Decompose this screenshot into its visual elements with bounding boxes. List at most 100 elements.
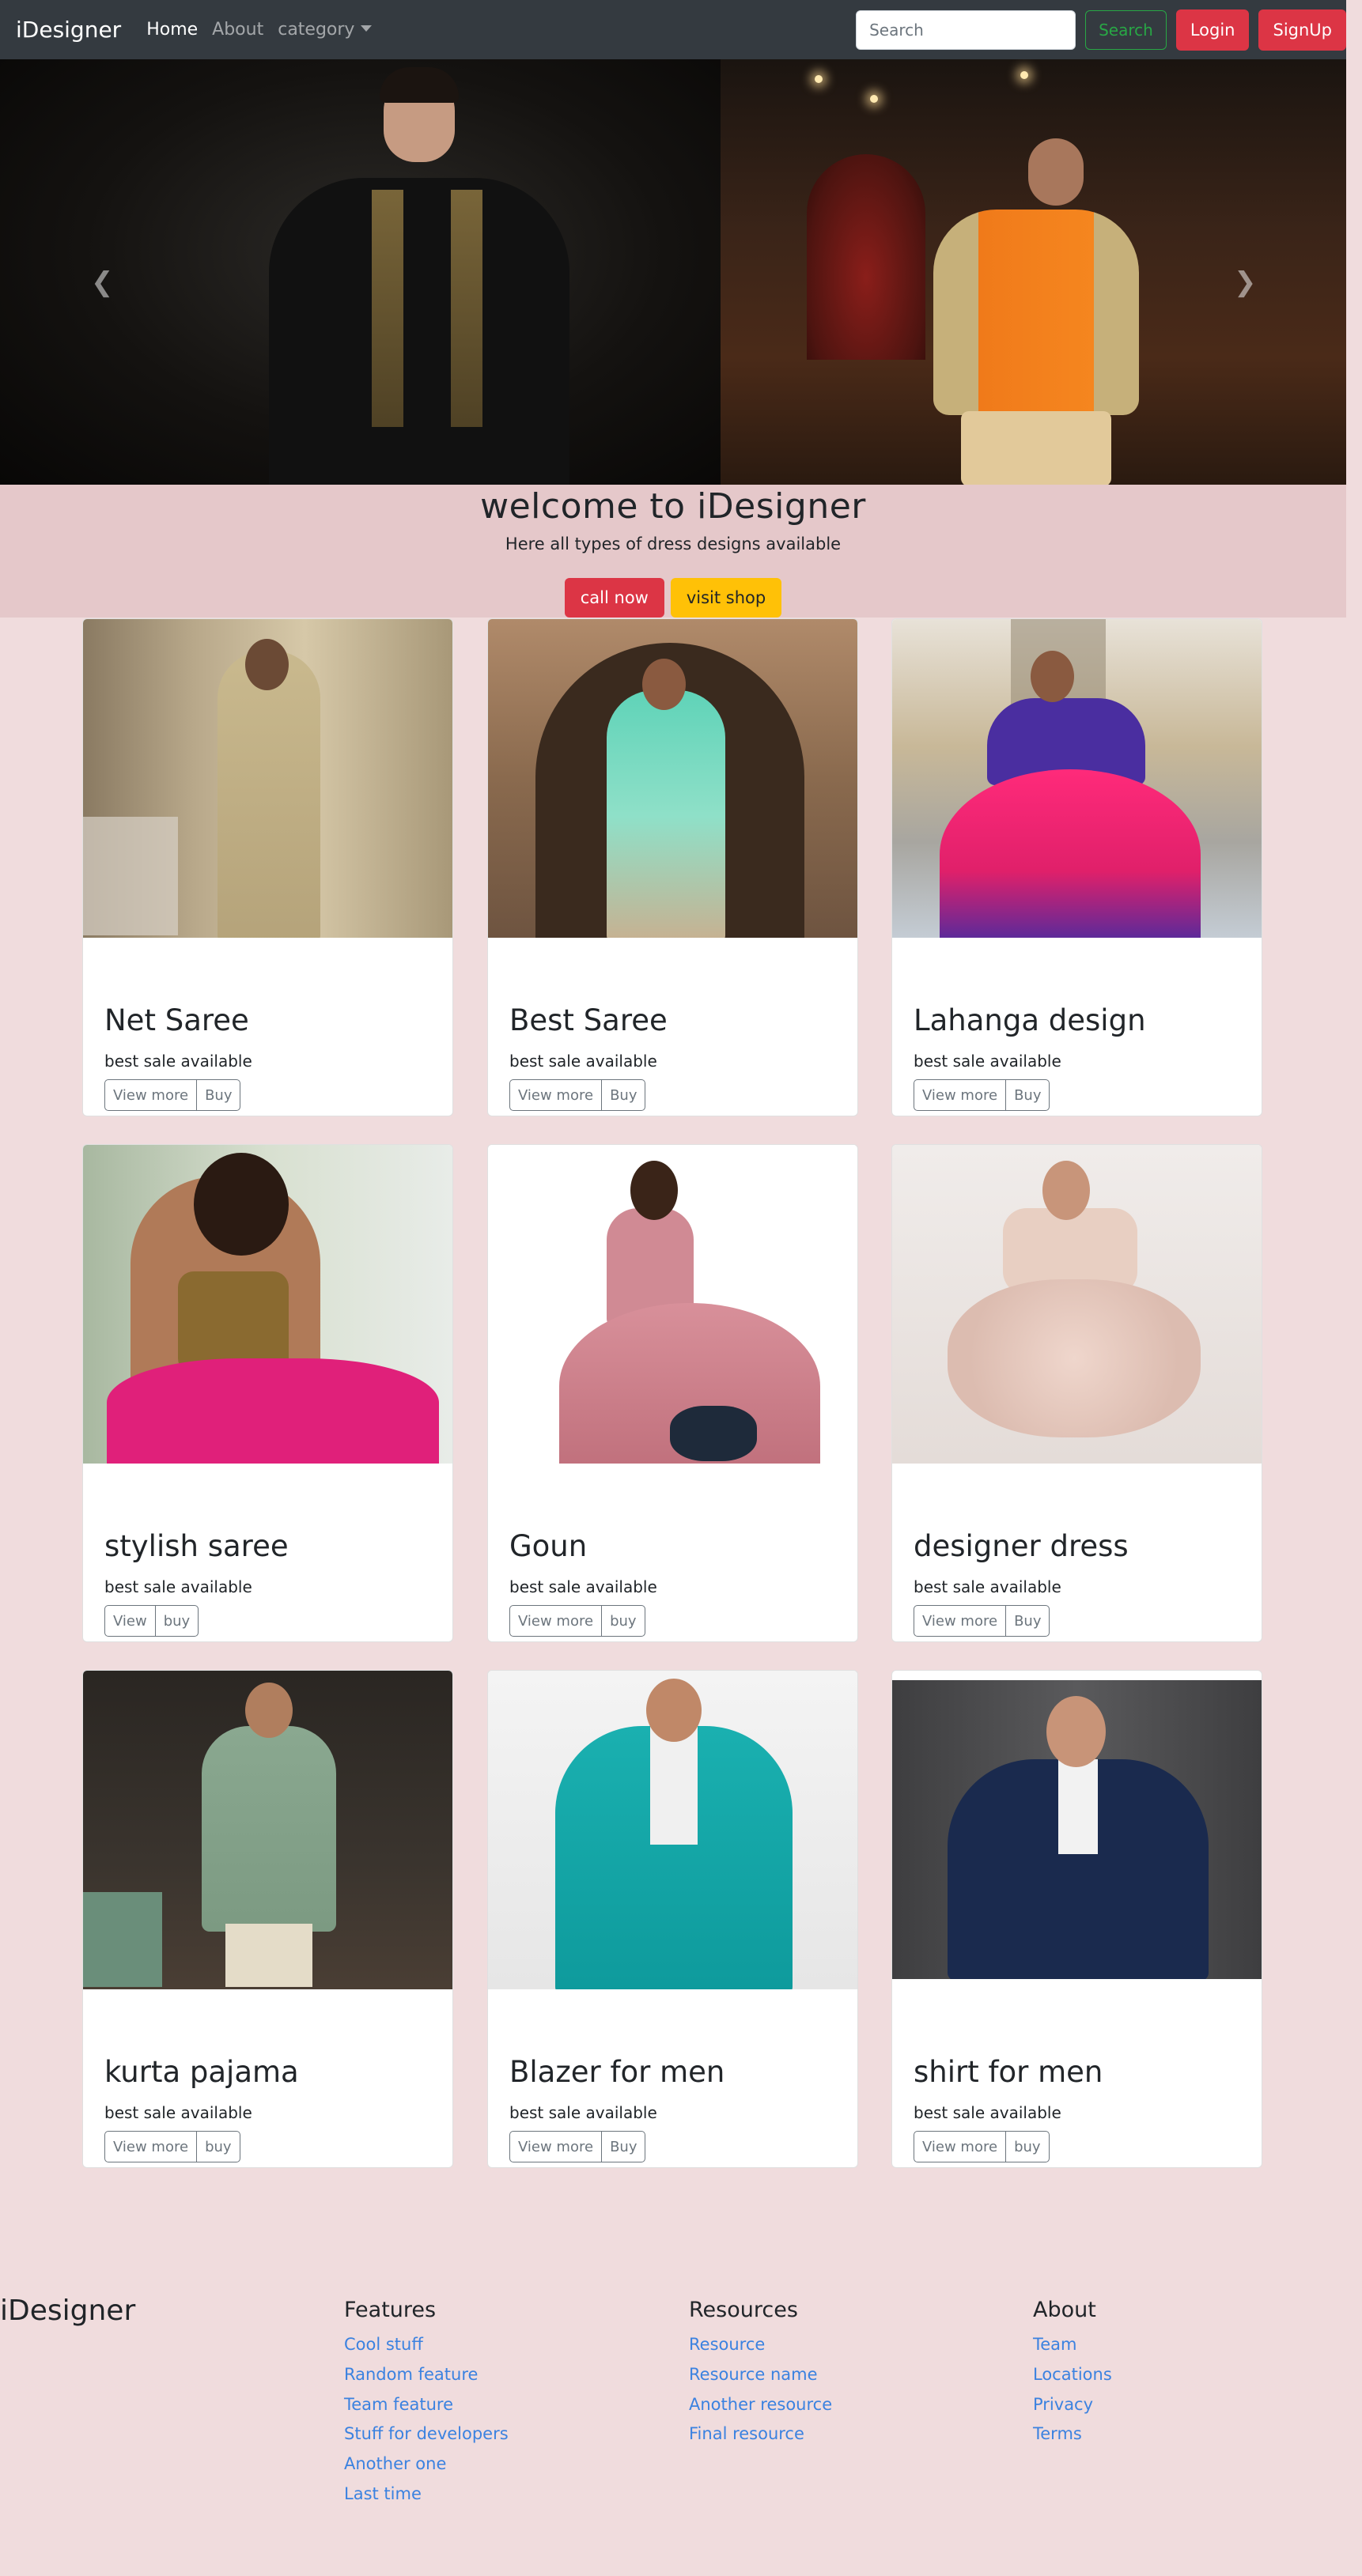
card-actions: View more Buy	[104, 1079, 241, 1111]
buy-button[interactable]: Buy	[1005, 1605, 1050, 1637]
lamp-light	[815, 75, 823, 83]
card-actions: View more buy	[914, 2131, 1050, 2162]
footer-link[interactable]: Last time	[344, 2480, 509, 2510]
view-more-button[interactable]: View more	[509, 1079, 603, 1111]
product-card: Net Saree best sale available View more …	[82, 618, 453, 1116]
view-more-button[interactable]: View more	[509, 1605, 603, 1637]
card-text: best sale available	[104, 2103, 252, 2122]
card-actions: View more Buy	[914, 1079, 1050, 1111]
view-more-button[interactable]: View more	[914, 1079, 1007, 1111]
buy-button[interactable]: Buy	[601, 2131, 646, 2162]
footer-link[interactable]: Resource	[689, 2330, 832, 2360]
card-text: best sale available	[509, 1052, 657, 1071]
nav-link-home[interactable]: Home	[146, 20, 198, 40]
view-button[interactable]: View	[104, 1605, 156, 1637]
footer-link[interactable]: Stuff for developers	[344, 2419, 509, 2449]
hero-carousel: ❮ ❯	[0, 59, 1346, 485]
card-title: stylish saree	[104, 1529, 289, 1563]
view-more-button[interactable]: View more	[104, 2131, 198, 2162]
nav-dropdown-label: category	[278, 20, 355, 40]
navbar-brand[interactable]: iDesigner	[16, 17, 121, 43]
product-card: Best Saree best sale available View more…	[487, 618, 858, 1116]
buy-button[interactable]: buy	[196, 2131, 240, 2162]
chevron-left-icon[interactable]: ❮	[91, 266, 114, 298]
footer-link[interactable]: Another one	[344, 2449, 509, 2480]
product-image-blazer	[488, 1671, 857, 1989]
view-more-button[interactable]: View more	[914, 2131, 1007, 2162]
lamp-light	[870, 95, 878, 103]
embroidery-trim	[372, 190, 403, 427]
footer-link[interactable]: Final resource	[689, 2419, 832, 2449]
footer-link[interactable]: Another resource	[689, 2390, 832, 2420]
footer-link[interactable]: Resource name	[689, 2360, 832, 2390]
footer-link[interactable]: Cool stuff	[344, 2330, 509, 2360]
product-image-best-saree	[488, 619, 857, 938]
footer-link[interactable]: Team	[1033, 2330, 1112, 2360]
buy-button[interactable]: Buy	[1005, 1079, 1050, 1111]
product-image-lahanga	[892, 619, 1262, 938]
footer-about-column: About Team Locations Privacy Terms	[1033, 2298, 1112, 2449]
card-title: designer dress	[914, 1529, 1129, 1563]
nav-link-about[interactable]: About	[212, 20, 263, 40]
chevron-right-icon[interactable]: ❯	[1234, 266, 1257, 298]
buy-button[interactable]: Buy	[196, 1079, 241, 1111]
card-title: shirt for men	[914, 2055, 1103, 2089]
nav-dropdown-category[interactable]: category	[278, 20, 373, 40]
footer-link[interactable]: Team feature	[344, 2390, 509, 2420]
buy-button[interactable]: buy	[1005, 2131, 1050, 2162]
navbar: iDesigner Home About category Search Log…	[0, 0, 1346, 59]
product-card: shirt for men best sale available View m…	[891, 1670, 1262, 2168]
call-now-button[interactable]: call now	[564, 578, 664, 618]
view-more-button[interactable]: View more	[104, 1079, 198, 1111]
card-text: best sale available	[104, 1052, 252, 1071]
product-card: Lahanga design best sale available View …	[891, 618, 1262, 1116]
welcome-title: welcome to iDesigner	[480, 486, 866, 527]
welcome-jumbotron: welcome to iDesigner Here all types of d…	[0, 485, 1346, 618]
visit-shop-button[interactable]: visit shop	[670, 578, 782, 618]
login-button[interactable]: Login	[1175, 9, 1250, 51]
product-card: designer dress best sale available View …	[891, 1144, 1262, 1642]
footer-about-heading: About	[1033, 2298, 1096, 2322]
card-text: best sale available	[509, 2103, 657, 2122]
card-title: kurta pajama	[104, 2055, 299, 2089]
figure-black-sherwani	[269, 178, 569, 485]
figure-head	[1028, 138, 1084, 206]
lamp-light	[1020, 71, 1028, 79]
background-arch	[807, 154, 925, 360]
card-actions: View more Buy	[914, 1605, 1050, 1637]
card-actions: View buy	[104, 1605, 199, 1637]
caret-down-icon	[361, 25, 373, 32]
card-title: Best Saree	[509, 1003, 668, 1037]
footer-link[interactable]: Locations	[1033, 2360, 1112, 2390]
figure-hair	[380, 67, 459, 103]
card-title: Goun	[509, 1529, 588, 1563]
footer-link[interactable]: Privacy	[1033, 2390, 1112, 2420]
navbar-actions: Search Login SignUp	[856, 9, 1346, 51]
buy-button[interactable]: Buy	[601, 1079, 646, 1111]
view-more-button[interactable]: View more	[509, 2131, 603, 2162]
buy-button[interactable]: buy	[601, 1605, 645, 1637]
footer-features-heading: Features	[344, 2298, 437, 2322]
buy-button[interactable]: buy	[154, 1605, 199, 1637]
search-button[interactable]: Search	[1085, 10, 1167, 50]
card-text: best sale available	[104, 1577, 252, 1596]
card-title: Lahanga design	[914, 1003, 1146, 1037]
card-actions: View more buy	[509, 1605, 645, 1637]
product-image-designer-dress	[892, 1145, 1262, 1464]
product-card: Goun best sale available View more buy	[487, 1144, 858, 1642]
product-image-kurta-pajama	[83, 1671, 452, 1989]
footer-resources-column: Resources Resource Resource name Another…	[689, 2298, 832, 2449]
view-more-button[interactable]: View more	[914, 1605, 1007, 1637]
product-image-goun	[488, 1145, 857, 1464]
footer-link[interactable]: Random feature	[344, 2360, 509, 2390]
card-text: best sale available	[914, 1052, 1061, 1071]
footer-link[interactable]: Terms	[1033, 2419, 1112, 2449]
product-image-stylish-saree	[83, 1145, 452, 1464]
search-input[interactable]	[856, 10, 1076, 50]
footer-features-column: Features Cool stuff Random feature Team …	[344, 2298, 509, 2510]
card-actions: View more buy	[104, 2131, 240, 2162]
signup-button[interactable]: SignUp	[1258, 9, 1346, 51]
footer-resources-heading: Resources	[689, 2298, 798, 2322]
product-image-shirt	[892, 1680, 1262, 1979]
figure-dhoti	[961, 411, 1111, 485]
